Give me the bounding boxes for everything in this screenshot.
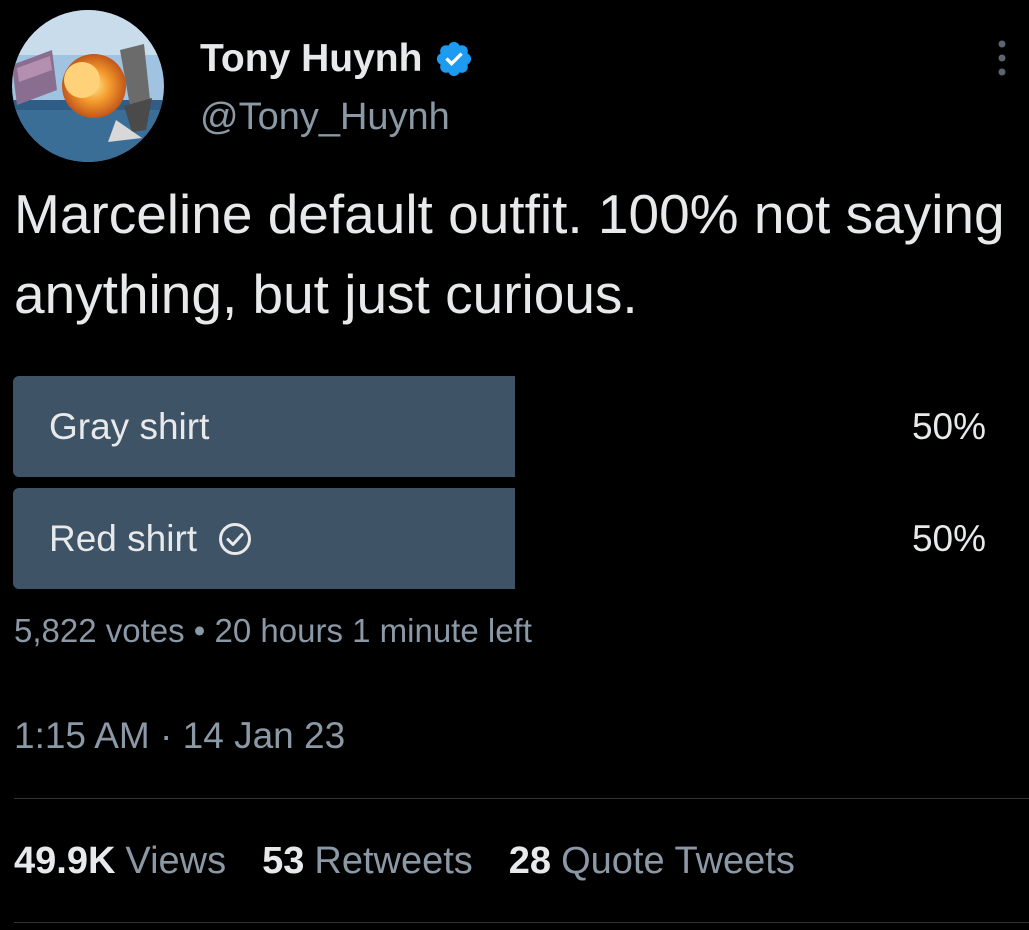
poll-option-percent: 50% bbox=[911, 517, 986, 559]
poll-option-red-shirt[interactable]: Red shirt 50% bbox=[13, 488, 1016, 589]
views-label: Views bbox=[125, 839, 227, 882]
poll-option-label: Gray shirt bbox=[49, 405, 210, 447]
timestamp-date: 14 Jan 23 bbox=[182, 715, 346, 756]
poll-meta: 5,822 votes • 20 hours 1 minute left bbox=[14, 612, 532, 650]
timestamp-time: 1:15 AM bbox=[14, 715, 150, 756]
author-display-name[interactable]: Tony Huynh bbox=[200, 37, 422, 81]
divider-top bbox=[14, 798, 1029, 799]
quote-tweets-label: Quote Tweets bbox=[561, 839, 795, 882]
poll-option-percent: 50% bbox=[911, 405, 986, 447]
quote-tweets-stat[interactable]: 28 Quote Tweets bbox=[509, 840, 795, 883]
check-circle-icon bbox=[217, 521, 253, 557]
retweets-label: Retweets bbox=[314, 839, 473, 882]
more-vertical-icon[interactable] bbox=[990, 36, 1014, 80]
author-handle[interactable]: @Tony_Huynh bbox=[200, 96, 450, 139]
tweet-stats: 49.9K Views 53 Retweets 28 Quote Tweets bbox=[14, 836, 831, 886]
tweet-timestamp[interactable]: 1:15 AM · 14 Jan 23 bbox=[14, 715, 345, 757]
poll-option-label-container: Red shirt bbox=[49, 488, 253, 589]
retweets-stat[interactable]: 53 Retweets bbox=[262, 840, 473, 883]
avatar-image bbox=[12, 10, 164, 162]
views-count: 49.9K bbox=[14, 839, 116, 882]
poll-option-label: Red shirt bbox=[49, 517, 198, 559]
poll-time-left: 20 hours 1 minute left bbox=[214, 612, 532, 649]
poll-votes: 5,822 votes bbox=[14, 612, 185, 649]
views-stat[interactable]: 49.9K Views bbox=[14, 840, 226, 883]
avatar[interactable] bbox=[12, 10, 164, 162]
retweets-count: 53 bbox=[262, 839, 305, 882]
quote-tweets-count: 28 bbox=[508, 839, 552, 882]
poll-option-label-container: Gray shirt bbox=[49, 376, 209, 477]
poll-separator: • bbox=[193, 612, 206, 649]
timestamp-separator: · bbox=[160, 715, 173, 756]
tweet-text: Marceline default outfit. 100% not sayin… bbox=[14, 183, 1005, 325]
verified-badge-icon bbox=[434, 39, 474, 79]
author-name-row: Tony Huynh bbox=[200, 36, 474, 82]
poll-option-gray-shirt[interactable]: Gray shirt 50% bbox=[13, 376, 1016, 477]
divider-bottom bbox=[14, 922, 1029, 923]
